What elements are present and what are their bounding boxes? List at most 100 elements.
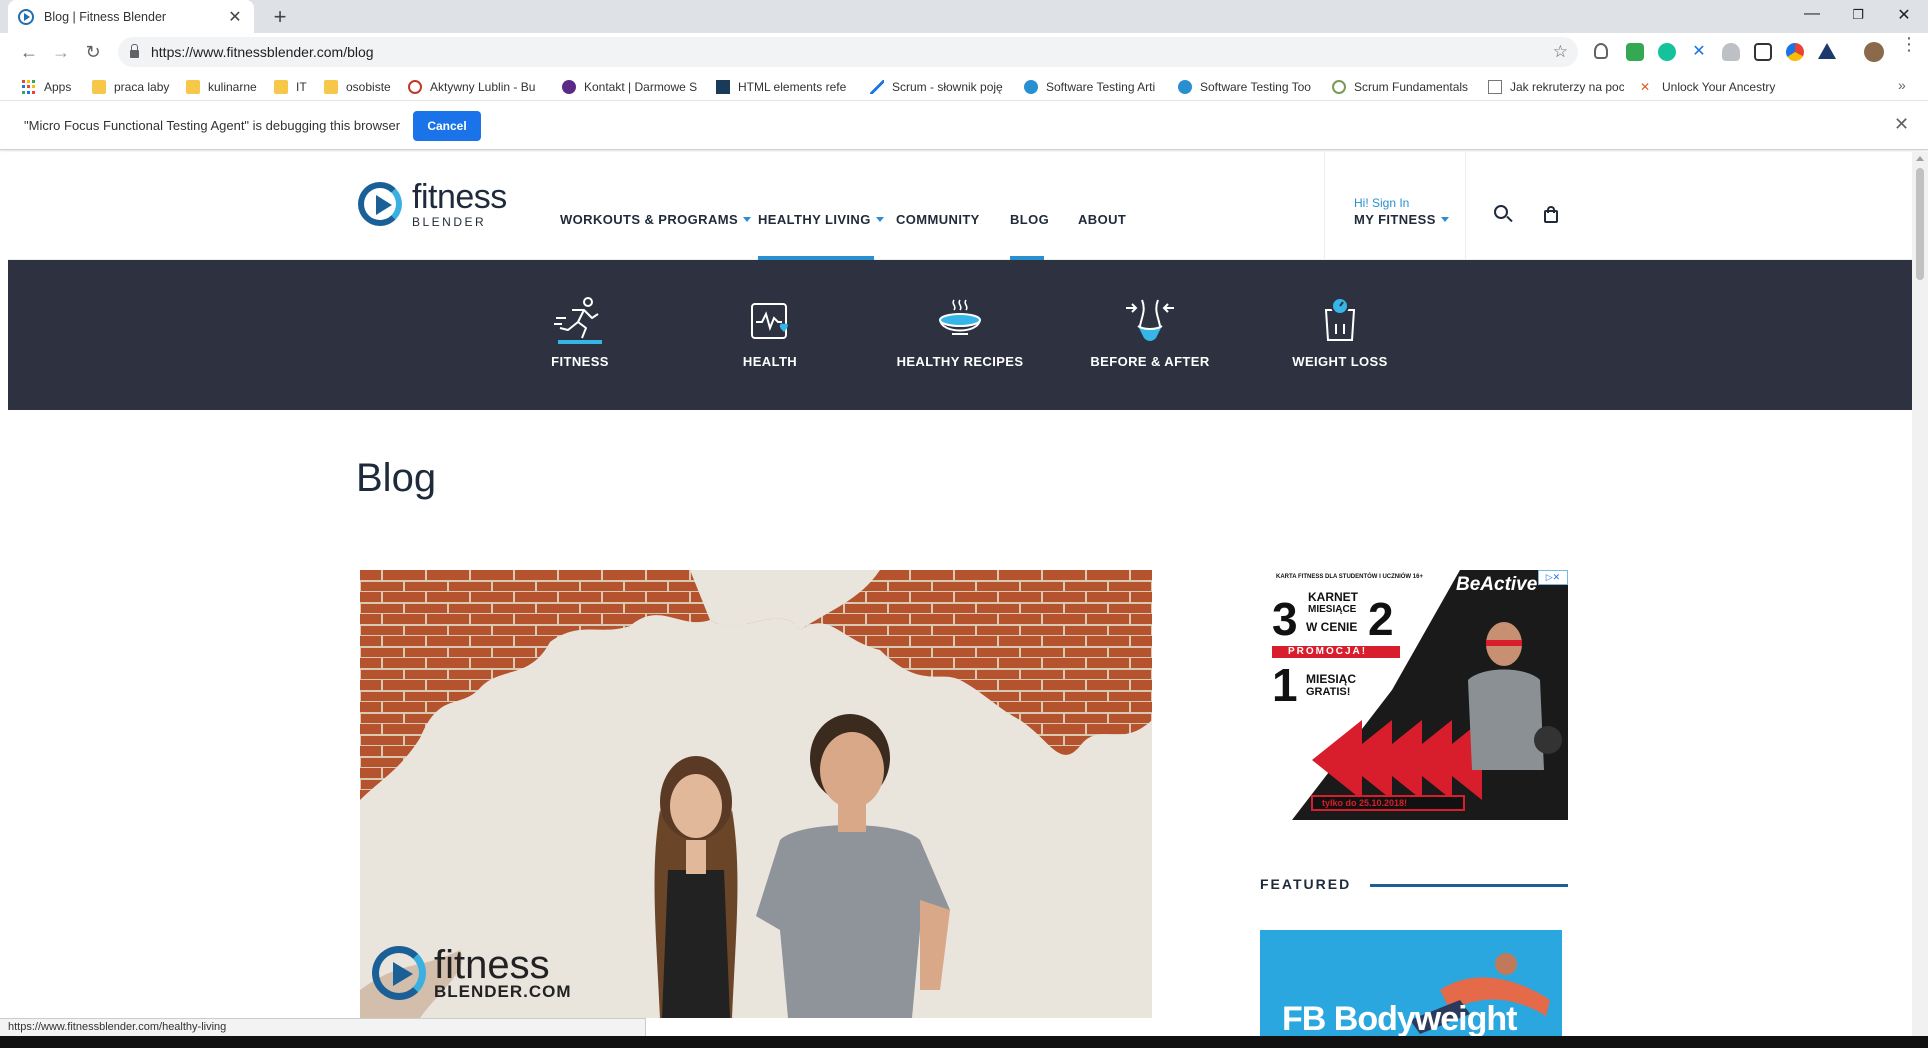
- folder-icon: [274, 80, 288, 94]
- scale-icon: [1324, 297, 1356, 341]
- category-label: HEALTH: [742, 354, 798, 369]
- debugging-infobar: "Micro Focus Functional Testing Agent" i…: [0, 102, 1928, 150]
- account-menu[interactable]: Hi! Sign In MY FITNESS: [1324, 152, 1466, 260]
- lock-icon: [130, 44, 139, 58]
- cancel-debugging-button[interactable]: Cancel: [413, 111, 481, 141]
- ad-line-miesiac: MIESIĄC: [1306, 672, 1357, 686]
- bookmark-unlock-ancestry[interactable]: ✕ Unlock Your Ancestry: [1640, 78, 1780, 96]
- category-fitness[interactable]: FITNESS: [500, 296, 660, 369]
- back-button[interactable]: ←: [16, 40, 42, 64]
- logo-subword: BLENDER: [412, 215, 487, 229]
- bookmarks-bar: Apps praca laby kulinarne IT osobiste Ak…: [0, 71, 1928, 101]
- fitness-blender-favicon-icon: [18, 8, 34, 25]
- os-taskbar: [0, 1036, 1928, 1048]
- tools-extension-icon[interactable]: ✕: [1690, 43, 1708, 61]
- nav-healthy-living[interactable]: HEALTHY LIVING: [758, 212, 884, 227]
- fitness-blender-logo[interactable]: fitness BLENDER: [358, 180, 507, 228]
- drive-extension-icon[interactable]: [1818, 43, 1836, 59]
- status-bar-url: https://www.fitnessblender.com/healthy-l…: [0, 1018, 646, 1036]
- logo-word: fitness: [412, 178, 507, 216]
- waist-icon: [1126, 299, 1174, 341]
- ad-line-w-cenie: W CENIE: [1306, 620, 1358, 634]
- bookmark-folder-praca-laby[interactable]: praca laby: [92, 78, 174, 96]
- green-extension-icon[interactable]: [1626, 43, 1644, 61]
- site-icon: [562, 80, 576, 94]
- maximize-button[interactable]: ❐: [1838, 7, 1878, 23]
- category-healthy-recipes[interactable]: HEALTHY RECIPES: [880, 296, 1040, 369]
- bookmark-scrum-slownik[interactable]: Scrum - słownik poję: [870, 78, 1010, 96]
- bookmark-software-testing-tools[interactable]: Software Testing Too: [1178, 78, 1314, 96]
- debugging-message: "Micro Focus Functional Testing Agent" i…: [24, 118, 401, 133]
- bookmark-kontakt[interactable]: Kontakt | Darmowe S: [562, 78, 698, 96]
- category-label: HEALTHY RECIPES: [896, 354, 1024, 369]
- bookmark-aktywny-lublin[interactable]: Aktywny Lublin - Bu: [408, 78, 544, 96]
- nav-community[interactable]: COMMUNITY: [896, 212, 980, 227]
- featured-divider: [1370, 884, 1568, 887]
- forward-button[interactable]: →: [48, 40, 74, 64]
- reload-button[interactable]: ↻: [80, 40, 106, 64]
- tab-strip: Blog | Fitness Blender ✕ + — ❐ ✕: [0, 0, 1928, 33]
- profile-avatar[interactable]: [1864, 42, 1884, 62]
- clock-icon: [408, 80, 422, 94]
- color-extension-icon[interactable]: [1786, 43, 1804, 61]
- bookmark-apps[interactable]: Apps: [22, 78, 82, 96]
- search-icon[interactable]: [1494, 205, 1513, 223]
- site-icon: ✕: [1640, 80, 1651, 94]
- play-logo-icon: [372, 946, 426, 1001]
- web-page: fitness BLENDER WORKOUTS & PROGRAMS HEAL…: [8, 152, 1912, 1036]
- blog-hero-image[interactable]: fitness BLENDER.COM: [360, 570, 1152, 1018]
- nav-workouts-programs[interactable]: WORKOUTS & PROGRAMS: [560, 212, 752, 227]
- my-fitness-dropdown[interactable]: MY FITNESS: [1354, 212, 1449, 227]
- bookmark-html-elements[interactable]: HTML elements refe: [716, 78, 852, 96]
- featured-card[interactable]: FB Bodyweight: [1260, 930, 1562, 1036]
- nav-about[interactable]: ABOUT: [1078, 212, 1126, 227]
- grammarly-extension-icon[interactable]: [1658, 43, 1676, 61]
- ad-line-miesiace: MIESIĄCE: [1308, 604, 1357, 615]
- new-tab-button[interactable]: +: [268, 4, 292, 30]
- category-weight-loss[interactable]: WEIGHT LOSS: [1260, 296, 1420, 369]
- bookmark-folder-osobiste[interactable]: osobiste: [324, 78, 400, 96]
- tab-close-icon[interactable]: ✕: [226, 7, 244, 27]
- category-label: FITNESS: [551, 354, 609, 369]
- site-icon: [716, 80, 730, 94]
- infobar-close-icon[interactable]: ✕: [1894, 114, 1909, 135]
- address-url: https://www.fitnessblender.com/blog: [151, 44, 374, 60]
- sign-in-link[interactable]: Hi! Sign In: [1354, 196, 1409, 210]
- beactive-advertisement[interactable]: KARTA FITNESS DLA STUDENTÓW I UCZNIÓW 16…: [1272, 570, 1568, 820]
- bookmark-software-testing-articles[interactable]: Software Testing Arti: [1024, 78, 1160, 96]
- category-label: BEFORE & AFTER: [1090, 354, 1210, 369]
- folder-icon: [186, 80, 200, 94]
- site-header: fitness BLENDER WORKOUTS & PROGRAMS HEAL…: [8, 152, 1912, 260]
- bookmark-folder-kulinarne[interactable]: kulinarne: [186, 78, 260, 96]
- window-close-button[interactable]: ✕: [1884, 5, 1924, 25]
- shield-extension-icon[interactable]: [1594, 43, 1608, 59]
- bookmark-star-icon[interactable]: ☆: [1553, 42, 1568, 62]
- scroll-up-icon[interactable]: [1916, 156, 1924, 161]
- scrollbar-thumb[interactable]: [1916, 168, 1924, 280]
- ad-big-1: 1: [1272, 659, 1298, 711]
- notes-extension-icon[interactable]: [1754, 43, 1772, 61]
- site-icon: [1332, 80, 1346, 94]
- minimize-button[interactable]: —: [1792, 5, 1832, 23]
- folder-icon: [92, 80, 106, 94]
- category-before-after[interactable]: BEFORE & AFTER: [1070, 296, 1230, 369]
- bookmarks-overflow-icon[interactable]: »: [1898, 77, 1906, 93]
- browser-menu-icon[interactable]: ⋮: [1900, 35, 1918, 53]
- category-health[interactable]: HEALTH: [690, 296, 850, 369]
- browser-tab[interactable]: Blog | Fitness Blender ✕: [8, 0, 254, 33]
- ad-top-line: KARTA FITNESS DLA STUDENTÓW I UCZNIÓW 16…: [1276, 574, 1423, 580]
- page-scrollbar[interactable]: [1912, 152, 1928, 1036]
- bookmark-scrum-fundamentals[interactable]: Scrum Fundamentals: [1332, 78, 1468, 96]
- site-icon: [870, 80, 884, 94]
- ad-choices-icon[interactable]: ▷✕: [1538, 570, 1568, 585]
- running-person-icon: [554, 297, 602, 344]
- bookmark-jak-rekruterzy[interactable]: Jak rekruterzy na poc: [1488, 78, 1624, 96]
- address-bar[interactable]: https://www.fitnessblender.com/blog ☆: [118, 37, 1578, 67]
- category-bar: FITNESS HEALTH HEALTHY RECIPES BEFORE & …: [8, 260, 1912, 410]
- browser-toolbar: ← → ↻ https://www.fitnessblender.com/blo…: [0, 33, 1928, 71]
- shopping-bag-icon[interactable]: [1544, 206, 1558, 223]
- bookmark-folder-it[interactable]: IT: [274, 78, 314, 96]
- u-icon: [1178, 80, 1192, 94]
- nav-blog[interactable]: BLOG: [1010, 212, 1049, 227]
- cloud-extension-icon[interactable]: [1722, 43, 1740, 61]
